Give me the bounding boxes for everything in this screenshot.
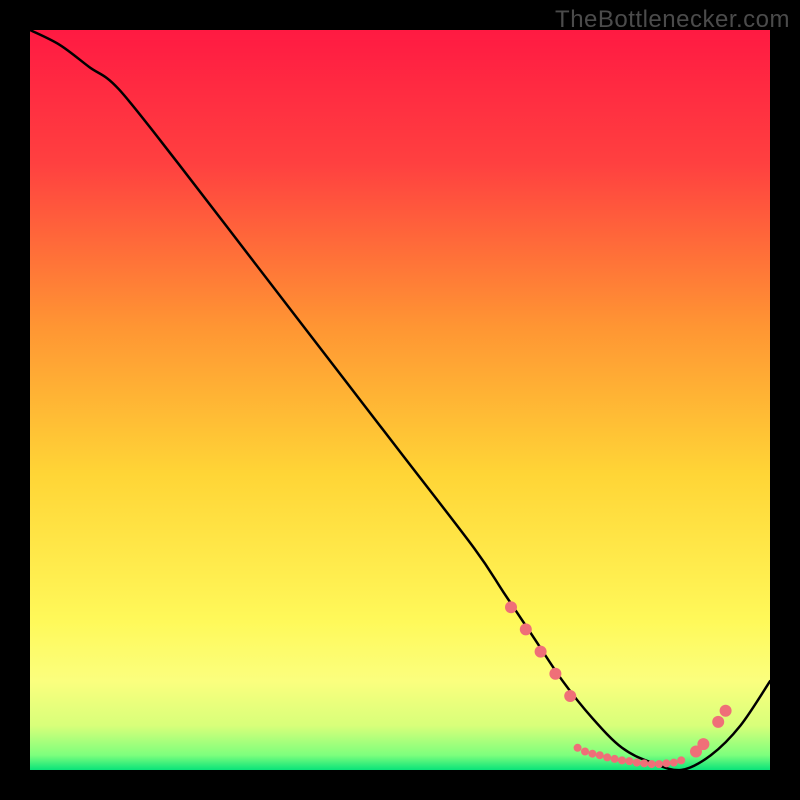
highlight-point (633, 759, 641, 767)
highlight-point (505, 601, 517, 613)
highlight-point (677, 756, 685, 764)
chart-stage: TheBottlenecker.com (0, 0, 800, 800)
highlight-point (648, 760, 656, 768)
highlight-point (564, 690, 576, 702)
highlight-point (535, 646, 547, 658)
highlight-point (662, 759, 670, 767)
plot-area (30, 30, 770, 770)
highlight-point (670, 759, 678, 767)
highlight-point (581, 748, 589, 756)
highlight-point (720, 705, 732, 717)
highlight-point (655, 760, 663, 768)
highlight-point (520, 623, 532, 635)
highlight-point (574, 744, 582, 752)
highlight-point (549, 668, 561, 680)
bottleneck-curve-path (30, 30, 770, 770)
highlight-point (588, 750, 596, 758)
highlight-point (625, 757, 633, 765)
highlight-point (697, 738, 709, 750)
highlight-point (712, 716, 724, 728)
highlight-point (603, 753, 611, 761)
curve-layer (30, 30, 770, 770)
highlight-point (640, 759, 648, 767)
highlight-points-group (505, 601, 732, 768)
highlight-point (596, 751, 604, 759)
highlight-point (611, 755, 619, 763)
highlight-point (618, 756, 626, 764)
